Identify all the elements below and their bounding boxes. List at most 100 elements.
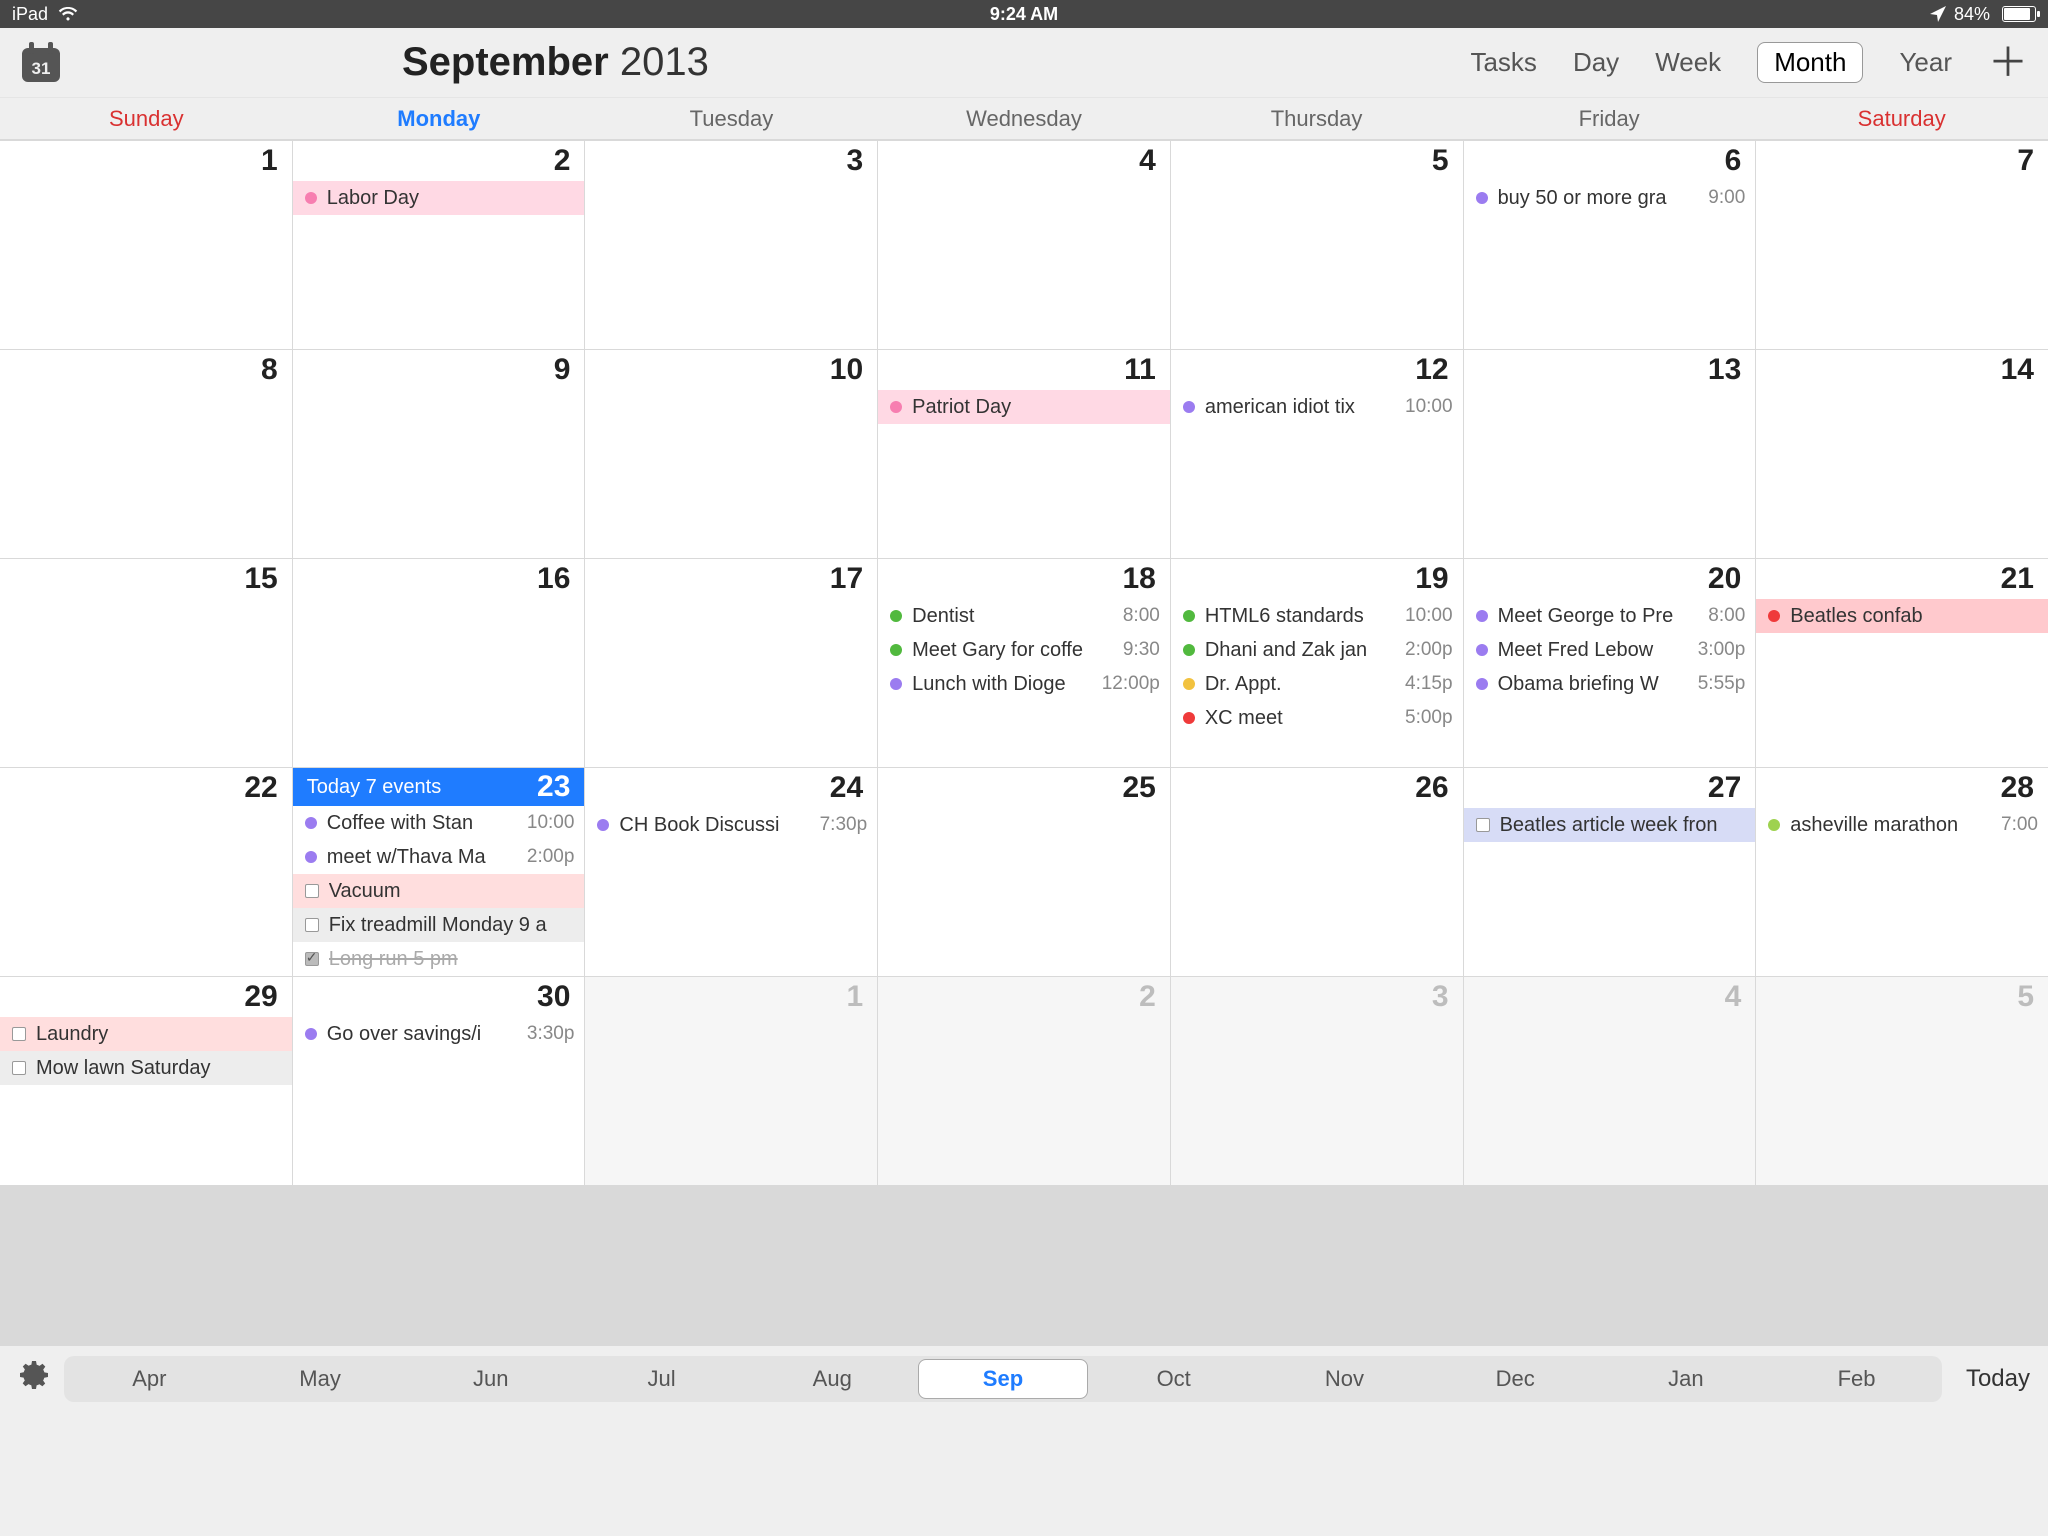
event-item[interactable]: Meet George to Pre8:00 xyxy=(1464,599,1756,633)
event-item[interactable]: Labor Day xyxy=(293,181,585,215)
day-cell[interactable]: 3 xyxy=(1171,977,1463,1185)
day-cell[interactable]: 11Patriot Day xyxy=(878,350,1170,558)
today-button[interactable]: Today xyxy=(1966,1365,2030,1393)
task-checkbox[interactable] xyxy=(1476,818,1490,832)
day-cell[interactable]: 30Go over savings/i3:30p xyxy=(293,977,585,1185)
day-cell[interactable]: Today 7 events23Coffee with Stan10:00mee… xyxy=(293,768,585,976)
event-item[interactable]: Dentist8:00 xyxy=(878,599,1170,633)
day-cell[interactable]: 4 xyxy=(1464,977,1756,1185)
day-cell[interactable]: 2Labor Day xyxy=(293,141,585,349)
event-item[interactable]: american idiot tix10:00 xyxy=(1171,390,1463,424)
event-item[interactable]: Laundry xyxy=(0,1017,292,1051)
month-tab-may[interactable]: May xyxy=(235,1366,406,1392)
day-cell[interactable]: 9 xyxy=(293,350,585,558)
event-dot-icon xyxy=(1183,678,1195,690)
calendar-app-icon[interactable]: 31 xyxy=(20,40,62,86)
event-item[interactable]: Lunch with Dioge12:00p xyxy=(878,667,1170,701)
event-item[interactable]: HTML6 standards10:00 xyxy=(1171,599,1463,633)
month-tab-apr[interactable]: Apr xyxy=(64,1366,235,1392)
event-item[interactable]: XC meet5:00p xyxy=(1171,701,1463,735)
day-cell[interactable]: 4 xyxy=(878,141,1170,349)
event-item[interactable]: Patriot Day xyxy=(878,390,1170,424)
event-dot-icon xyxy=(890,401,902,413)
event-time: 9:30 xyxy=(1123,639,1160,661)
event-title: Go over savings/i xyxy=(327,1023,521,1046)
day-cell[interactable]: 28asheville marathon7:00 xyxy=(1756,768,2048,976)
event-item[interactable]: Obama briefing W5:55p xyxy=(1464,667,1756,701)
settings-button[interactable] xyxy=(18,1359,50,1400)
event-item[interactable]: CH Book Discussi7:30p xyxy=(585,808,877,842)
month-tab-oct[interactable]: Oct xyxy=(1088,1366,1259,1392)
event-item[interactable]: meet w/Thava Ma2:00p xyxy=(293,840,585,874)
task-checkbox[interactable] xyxy=(12,1027,26,1041)
month-scrubber[interactable]: AprMayJunJulAugSepOctNovDecJanFeb xyxy=(64,1356,1942,1402)
view-tab-month[interactable]: Month xyxy=(1757,42,1863,83)
day-cell[interactable]: 24CH Book Discussi7:30p xyxy=(585,768,877,976)
event-title: CH Book Discussi xyxy=(619,814,813,837)
svg-text:31: 31 xyxy=(32,59,51,78)
view-tab-day[interactable]: Day xyxy=(1573,47,1619,78)
day-cell[interactable]: 1 xyxy=(0,141,292,349)
event-item[interactable]: Go over savings/i3:30p xyxy=(293,1017,585,1051)
day-cell[interactable]: 8 xyxy=(0,350,292,558)
page-title[interactable]: September 2013 xyxy=(402,40,709,85)
view-tab-year[interactable]: Year xyxy=(1899,47,1952,78)
day-number: 25 xyxy=(1122,771,1155,805)
day-cell[interactable]: 5 xyxy=(1756,977,2048,1185)
month-tab-jun[interactable]: Jun xyxy=(405,1366,576,1392)
day-cell[interactable]: 12american idiot tix10:00 xyxy=(1171,350,1463,558)
day-cell[interactable]: 16 xyxy=(293,559,585,767)
event-item[interactable]: Meet Gary for coffe9:30 xyxy=(878,633,1170,667)
month-tab-jan[interactable]: Jan xyxy=(1601,1366,1772,1392)
month-tab-dec[interactable]: Dec xyxy=(1430,1366,1601,1392)
task-checkbox[interactable] xyxy=(305,952,319,966)
event-item[interactable]: Beatles confab xyxy=(1756,599,2048,633)
day-cell[interactable]: 29LaundryMow lawn Saturday xyxy=(0,977,292,1185)
month-tab-jul[interactable]: Jul xyxy=(576,1366,747,1392)
day-cell[interactable]: 10 xyxy=(585,350,877,558)
day-cell[interactable]: 27Beatles article week fron xyxy=(1464,768,1756,976)
task-checkbox[interactable] xyxy=(305,884,319,898)
event-item[interactable]: Dr. Appt.4:15p xyxy=(1171,667,1463,701)
day-cell[interactable]: 21Beatles confab xyxy=(1756,559,2048,767)
event-item[interactable]: Fix treadmill Monday 9 a xyxy=(293,908,585,942)
day-cell[interactable]: 2 xyxy=(878,977,1170,1185)
day-cell[interactable]: 1 xyxy=(585,977,877,1185)
day-cell[interactable]: 3 xyxy=(585,141,877,349)
task-checkbox[interactable] xyxy=(12,1061,26,1075)
event-item[interactable]: Beatles article week fron xyxy=(1464,808,1756,842)
month-tab-sep[interactable]: Sep xyxy=(918,1359,1089,1399)
weekday-row: SundayMondayTuesdayWednesdayThursdayFrid… xyxy=(0,98,2048,140)
event-item[interactable]: asheville marathon7:00 xyxy=(1756,808,2048,842)
event-item[interactable]: Meet Fred Lebow3:00p xyxy=(1464,633,1756,667)
month-tab-aug[interactable]: Aug xyxy=(747,1366,918,1392)
day-cell[interactable]: 13 xyxy=(1464,350,1756,558)
view-tab-week[interactable]: Week xyxy=(1655,47,1721,78)
task-checkbox[interactable] xyxy=(305,918,319,932)
event-item[interactable]: Long run 5 pm xyxy=(293,942,585,976)
event-time: 3:00p xyxy=(1698,639,1746,661)
event-item[interactable]: Vacuum xyxy=(293,874,585,908)
day-cell[interactable]: 20Meet George to Pre8:00Meet Fred Lebow3… xyxy=(1464,559,1756,767)
event-item[interactable]: Coffee with Stan10:00 xyxy=(293,806,585,840)
day-cell[interactable]: 22 xyxy=(0,768,292,976)
event-title: asheville marathon xyxy=(1790,814,1995,837)
day-cell[interactable]: 6buy 50 or more gra9:00 xyxy=(1464,141,1756,349)
day-cell[interactable]: 14 xyxy=(1756,350,2048,558)
day-cell[interactable]: 19HTML6 standards10:00Dhani and Zak jan2… xyxy=(1171,559,1463,767)
day-cell[interactable]: 7 xyxy=(1756,141,2048,349)
day-cell[interactable]: 17 xyxy=(585,559,877,767)
battery-percent: 84% xyxy=(1954,4,1990,25)
event-item[interactable]: buy 50 or more gra9:00 xyxy=(1464,181,1756,215)
month-tab-feb[interactable]: Feb xyxy=(1771,1366,1942,1392)
event-item[interactable]: Mow lawn Saturday xyxy=(0,1051,292,1085)
day-cell[interactable]: 26 xyxy=(1171,768,1463,976)
month-tab-nov[interactable]: Nov xyxy=(1259,1366,1430,1392)
view-tab-tasks[interactable]: Tasks xyxy=(1470,47,1536,78)
day-cell[interactable]: 25 xyxy=(878,768,1170,976)
add-event-button[interactable]: ＋ xyxy=(1988,43,2028,83)
day-cell[interactable]: 5 xyxy=(1171,141,1463,349)
event-item[interactable]: Dhani and Zak jan2:00p xyxy=(1171,633,1463,667)
day-cell[interactable]: 18Dentist8:00Meet Gary for coffe9:30Lunc… xyxy=(878,559,1170,767)
day-cell[interactable]: 15 xyxy=(0,559,292,767)
